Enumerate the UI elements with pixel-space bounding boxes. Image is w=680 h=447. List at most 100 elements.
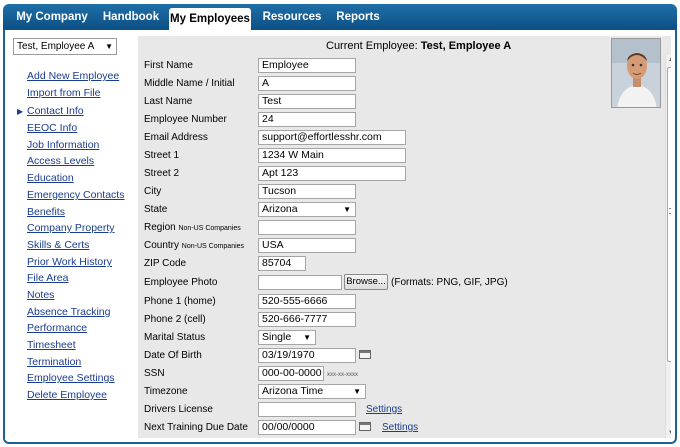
sidebar-item-absence-tracking[interactable]: Absence Tracking <box>27 306 110 318</box>
middle-name-field[interactable]: A <box>258 76 356 91</box>
region-note: Non-US Companies <box>178 225 241 232</box>
sidebar-item-emergency-contacts[interactable]: Emergency Contacts <box>27 189 124 201</box>
scroll-grip-icon <box>669 208 671 214</box>
chevron-down-icon: ▼ <box>353 387 361 396</box>
next-training-label: Next Training Due Date <box>144 422 248 433</box>
dob-field[interactable]: 03/19/1970 <box>258 348 356 363</box>
scroll-thumb[interactable] <box>667 67 671 362</box>
employee-photo-field[interactable] <box>258 275 342 290</box>
sidebar-item-access-levels[interactable]: Access Levels <box>27 155 94 167</box>
street2-field[interactable]: Apt 123 <box>258 166 406 181</box>
scroll-down-icon[interactable]: ▼ <box>666 428 671 438</box>
next-training-settings-link[interactable]: Settings <box>382 422 418 433</box>
browse-button[interactable]: Browse... <box>344 274 388 290</box>
vertical-scrollbar[interactable]: ▲ ▼ <box>665 55 671 438</box>
sidebar-item-employee-settings[interactable]: Employee Settings <box>27 372 115 384</box>
employee-select[interactable]: Test, Employee A ▼ <box>13 38 117 55</box>
tab-my-company[interactable]: My Company <box>9 4 95 30</box>
sidebar-item-prior-work-history[interactable]: Prior Work History <box>27 256 112 268</box>
sidebar-item-company-property[interactable]: Company Property <box>27 222 115 234</box>
phone2-field[interactable]: 520-666-7777 <box>258 312 356 327</box>
region-label: Region Non-US Companies <box>144 222 241 233</box>
tab-my-employees[interactable]: My Employees <box>169 8 251 30</box>
marital-status-value: Single <box>262 331 292 343</box>
current-arrow-icon: ▶ <box>17 107 24 116</box>
country-label: Country Non-US Companies <box>144 240 244 251</box>
tab-handbook[interactable]: Handbook <box>97 4 165 30</box>
city-field[interactable]: Tucson <box>258 184 356 199</box>
contact-info-form: Current Employee: Test, Employee A First… <box>138 36 671 438</box>
state-select-value: Arizona <box>262 203 298 215</box>
tab-resources[interactable]: Resources <box>257 4 327 30</box>
phone1-field[interactable]: 520-555-6666 <box>258 294 356 309</box>
calendar-icon[interactable] <box>359 422 371 431</box>
ssn-format-hint: xxx-xx-xxxx <box>327 372 358 378</box>
calendar-icon[interactable] <box>359 350 371 359</box>
region-field[interactable] <box>258 220 356 235</box>
sidebar-item-file-area[interactable]: File Area <box>27 272 68 284</box>
phone1-label: Phone 1 (home) <box>144 296 216 307</box>
zip-label: ZIP Code <box>144 258 187 269</box>
sidebar-item-eeoc-info[interactable]: EEOC Info <box>27 122 77 134</box>
timezone-value: Arizona Time <box>262 385 324 397</box>
next-training-field[interactable]: 00/00/0000 <box>258 420 356 435</box>
sidebar-item-skills-certs[interactable]: Skills & Certs <box>27 239 89 251</box>
city-label: City <box>144 186 162 197</box>
employee-photo-image <box>612 39 660 107</box>
email-label: Email Address <box>144 132 208 143</box>
scroll-up-icon[interactable]: ▲ <box>666 55 671 65</box>
ssn-label: SSN <box>144 368 165 379</box>
sidebar-item-termination[interactable]: Termination <box>27 356 81 368</box>
sidebar-item-delete-employee[interactable]: Delete Employee <box>27 389 107 401</box>
marital-status-select[interactable]: Single ▼ <box>258 330 316 345</box>
drivers-license-settings-link[interactable]: Settings <box>366 404 402 415</box>
last-name-field[interactable]: Test <box>258 94 356 109</box>
employee-number-field[interactable]: 24 <box>258 112 356 127</box>
sidebar-item-performance[interactable]: Performance <box>27 322 87 334</box>
employee-photo <box>611 38 661 108</box>
sidebar-item-education[interactable]: Education <box>27 172 74 184</box>
first-name-field[interactable]: Employee <box>258 58 356 73</box>
middle-name-label: Middle Name / Initial <box>144 78 235 89</box>
sidebar-item-add-new-employee[interactable]: Add New Employee <box>27 70 119 82</box>
dob-label: Date Of Birth <box>144 350 202 361</box>
sidebar-item-timesheet[interactable]: Timesheet <box>27 339 76 351</box>
street1-label: Street 1 <box>144 150 180 161</box>
employee-photo-label: Employee Photo <box>144 277 218 288</box>
email-field[interactable]: support@effortlesshr.com <box>258 130 406 145</box>
drivers-license-field[interactable] <box>258 402 356 417</box>
sidebar-item-job-information[interactable]: Job Information <box>27 139 99 151</box>
first-name-label: First Name <box>144 60 193 71</box>
state-label: State <box>144 204 168 215</box>
tab-reports[interactable]: Reports <box>331 4 385 30</box>
sidebar-item-contact-info[interactable]: Contact Info <box>27 105 84 117</box>
street1-field[interactable]: 1234 W Main <box>258 148 406 163</box>
sidebar: Test, Employee A ▼ Add New Employee Impo… <box>5 30 137 440</box>
current-employee-label: Current Employee: <box>326 40 418 52</box>
state-select[interactable]: Arizona ▼ <box>258 202 356 217</box>
country-field[interactable]: USA <box>258 238 356 253</box>
chevron-down-icon: ▼ <box>105 42 113 51</box>
current-employee-name: Test, Employee A <box>420 40 512 52</box>
sidebar-item-notes[interactable]: Notes <box>27 289 54 301</box>
photo-formats-text: (Formats: PNG, GIF, JPG) <box>391 277 508 288</box>
employee-select-value: Test, Employee A <box>17 41 95 52</box>
timezone-select[interactable]: Arizona Time ▼ <box>258 384 366 399</box>
employee-number-label: Employee Number <box>144 114 227 125</box>
region-label-text: Region <box>144 222 176 233</box>
marital-status-label: Marital Status <box>144 332 206 343</box>
timezone-label: Timezone <box>144 386 188 397</box>
chevron-down-icon: ▼ <box>303 333 311 342</box>
phone2-label: Phone 2 (cell) <box>144 314 206 325</box>
current-employee-heading: Current Employee: Test, Employee A <box>326 40 511 52</box>
chevron-down-icon: ▼ <box>343 205 351 214</box>
country-label-text: Country <box>144 240 180 251</box>
sidebar-item-benefits[interactable]: Benefits <box>27 206 65 218</box>
country-note: Non-US Companies <box>181 243 245 250</box>
street2-label: Street 2 <box>144 168 180 179</box>
drivers-license-label: Drivers License <box>144 404 213 415</box>
last-name-label: Last Name <box>144 96 193 107</box>
ssn-field[interactable]: 000-00-0000 <box>258 366 324 381</box>
zip-field[interactable]: 85704 <box>258 256 306 271</box>
sidebar-item-import-from-file[interactable]: Import from File <box>27 87 101 99</box>
